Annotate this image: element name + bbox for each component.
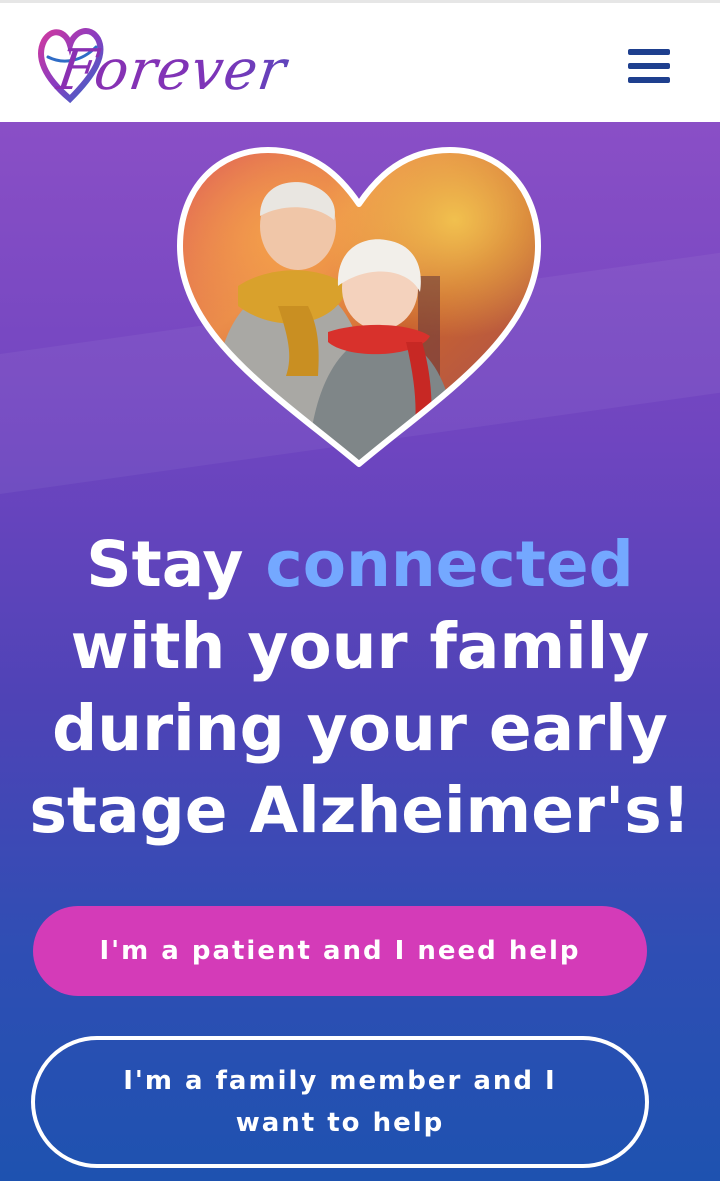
family-member-help-button[interactable]: I'm a family member and I want to help [31,1036,649,1168]
heart-photo-frame [177,147,541,467]
patient-help-button[interactable]: I'm a patient and I need help [33,906,647,996]
menu-bar-top [628,49,670,55]
headline-rest: with your family during your early stage… [29,610,691,847]
hamburger-menu-button[interactable] [620,43,676,91]
hero-headline: Stay connected with your family during y… [20,524,700,852]
forever-family-logo[interactable]: Forever Family [30,11,490,203]
hero-section: Stay connected with your family during y… [0,122,720,1181]
menu-bar-bottom [628,77,670,83]
headline-prefix: Stay [86,528,266,601]
menu-bar-middle [628,63,670,69]
logo-wordmark: Forever Family [23,21,497,203]
site-header: Forever Family [0,0,720,203]
headline-accent-word: connected [265,528,634,601]
